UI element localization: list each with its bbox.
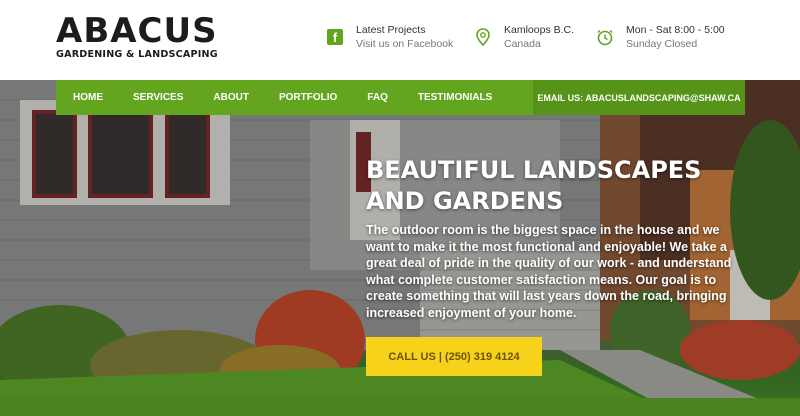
hero-title-line2: AND GARDENS [366, 187, 564, 215]
logo[interactable]: ABACUS GARDENING & LANDSCAPING [56, 11, 218, 60]
hero-body-text: The outdoor room is the biggest space in… [366, 223, 732, 320]
nav-items: HOME SERVICES ABOUT PORTFOLIO FAQ TESTIM… [73, 80, 522, 115]
call-us-button[interactable]: CALL US | (250) 319 4124 [366, 337, 542, 376]
main-nav: HOME SERVICES ABOUT PORTFOLIO FAQ TESTIM… [56, 80, 745, 115]
nav-services[interactable]: SERVICES [133, 92, 183, 103]
nav-home[interactable]: HOME [73, 92, 103, 103]
hero-title-line1: BEAUTIFUL LANDSCAPES [366, 156, 702, 184]
location-info: Kamloops B.C. Canada [474, 24, 574, 51]
hours-line2: Sunday Closed [626, 38, 698, 50]
hours-line1: Mon - Sat 8:00 - 5:00 [626, 24, 725, 36]
logo-subtitle: GARDENING & LANDSCAPING [56, 49, 218, 60]
facebook-icon: f [326, 28, 344, 46]
logo-title: ABACUS [56, 11, 218, 51]
hero-title: BEAUTIFUL LANDSCAPES AND GARDENS [366, 155, 766, 217]
clock-icon [596, 28, 614, 46]
location-line2: Canada [504, 38, 541, 50]
location-line1: Kamloops B.C. [504, 24, 575, 36]
facebook-line1: Latest Projects [356, 24, 426, 36]
site-header: ABACUS GARDENING & LANDSCAPING f Latest … [0, 0, 800, 80]
facebook-info[interactable]: f Latest Projects Visit us on Facebook [326, 24, 453, 51]
nav-faq[interactable]: FAQ [367, 92, 388, 103]
facebook-link[interactable]: Visit us on Facebook [356, 37, 453, 51]
map-pin-icon [474, 28, 492, 46]
nav-about[interactable]: ABOUT [213, 92, 249, 103]
hours-info: Mon - Sat 8:00 - 5:00 Sunday Closed [596, 24, 725, 51]
nav-portfolio[interactable]: PORTFOLIO [279, 92, 337, 103]
email-link[interactable]: EMAIL US: ABACUSLANDSCAPING@SHAW.CA [533, 80, 745, 115]
nav-testimonials[interactable]: TESTIMONIALS [418, 92, 492, 103]
